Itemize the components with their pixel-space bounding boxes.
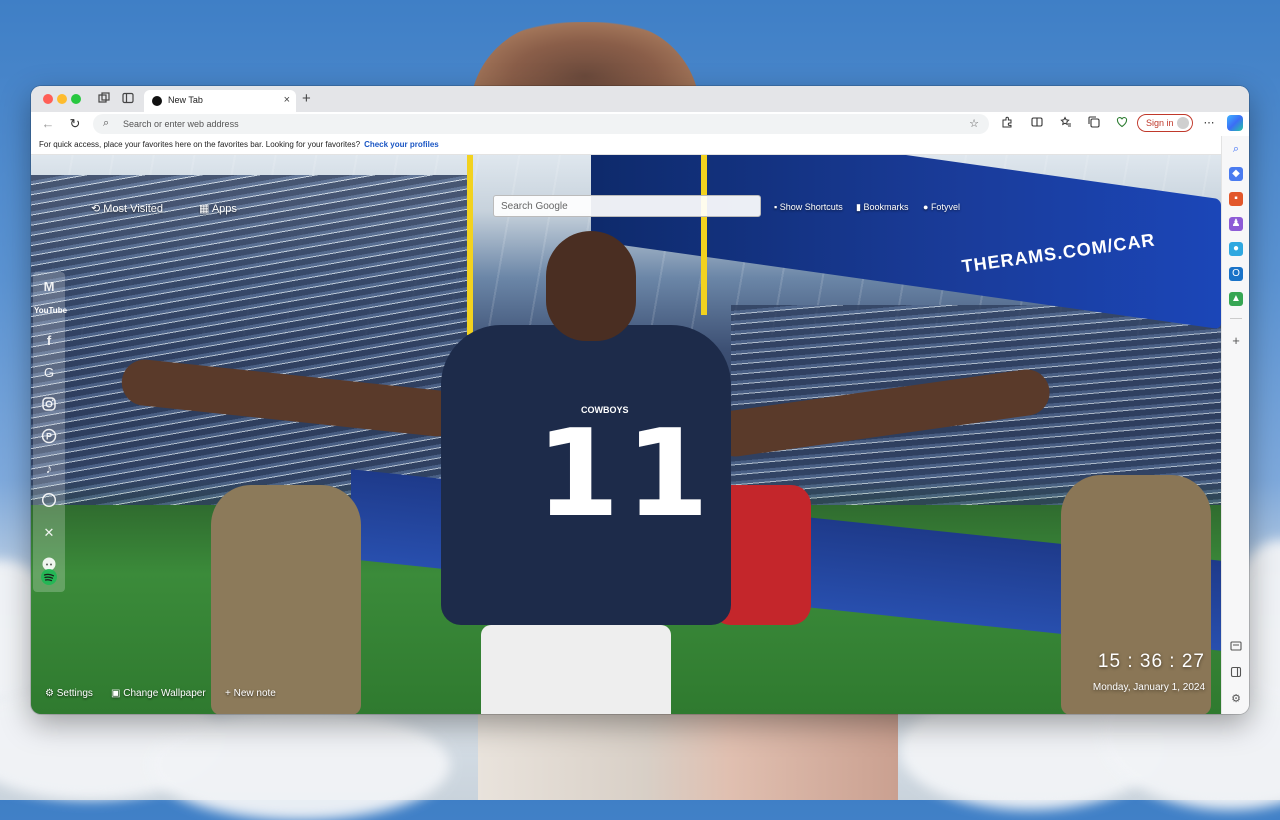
- twitter-icon[interactable]: ✕: [40, 524, 58, 542]
- gmail-icon[interactable]: M: [40, 278, 58, 296]
- vertical-tabs-icon[interactable]: [121, 92, 135, 106]
- change-wallpaper-label: Change Wallpaper: [123, 688, 206, 699]
- check-profiles-link[interactable]: Check your profiles: [364, 140, 439, 149]
- wallpaper-player-head: [546, 231, 636, 341]
- tab-close-icon[interactable]: ×: [284, 94, 290, 106]
- apps-label: Apps: [211, 203, 237, 215]
- image-icon: ▣: [111, 688, 121, 699]
- minimize-window-button[interactable]: [57, 94, 67, 104]
- sidebar-shopping-icon[interactable]: ◆: [1229, 167, 1243, 181]
- tab-title: New Tab: [168, 95, 203, 105]
- pinterest-icon[interactable]: P: [40, 428, 58, 446]
- address-bar[interactable]: ⌕ Search or enter web address ☆: [93, 114, 989, 134]
- close-window-button[interactable]: [43, 94, 53, 104]
- address-bar-placeholder: Search or enter web address: [123, 119, 239, 129]
- google-search-input[interactable]: [494, 196, 760, 217]
- favorites-message-text: For quick access, place your favorites h…: [39, 140, 361, 149]
- sidebar-screenshot-icon[interactable]: [1229, 640, 1243, 654]
- profile-avatar: [1177, 117, 1189, 129]
- tab-strip: New Tab × +: [31, 86, 1249, 112]
- facebook-icon[interactable]: f: [40, 332, 58, 350]
- sidebar-copilot-icon[interactable]: ●: [1229, 242, 1243, 256]
- favorites-icon[interactable]: [1058, 116, 1074, 131]
- most-visited-link[interactable]: ⟲ Most Visited: [91, 202, 163, 215]
- favorites-bar-message: For quick access, place your favorites h…: [39, 140, 439, 149]
- sign-in-label: Sign in: [1146, 118, 1174, 128]
- sidebar-settings-icon[interactable]: ⚙: [1229, 692, 1243, 706]
- copilot-icon[interactable]: [1227, 115, 1243, 131]
- wallpaper-goalpost: [701, 155, 707, 315]
- wallpaper-goalpost: [467, 155, 473, 335]
- background-body: [478, 712, 898, 800]
- sidebar-search-icon[interactable]: ⌕: [1229, 142, 1243, 156]
- new-tab-button[interactable]: +: [302, 90, 311, 107]
- gear-icon: ⚙: [45, 688, 54, 699]
- sidebar-outlook-icon[interactable]: O: [1229, 267, 1243, 281]
- whatsapp-icon[interactable]: [40, 492, 58, 510]
- browser-window: New Tab × + ← ↻ ⌕ Search or enter web ad…: [31, 86, 1249, 714]
- edge-sidebar: ⌕ ◆ ▪ ♟ ● O ▲ + ⚙: [1221, 136, 1249, 714]
- wallpaper-photographer: [1061, 475, 1211, 714]
- spotify-icon[interactable]: [40, 568, 58, 586]
- wallpaper-stands-left: [31, 175, 471, 505]
- favorites-bar: For quick access, place your favorites h…: [31, 136, 1249, 155]
- settings-label: Settings: [56, 688, 93, 699]
- sidebar-tools-icon[interactable]: ▪: [1229, 192, 1243, 206]
- split-screen-icon[interactable]: [1029, 116, 1045, 131]
- google-icon[interactable]: G: [40, 364, 58, 382]
- bookmarks-link[interactable]: ▮ Bookmarks: [856, 202, 908, 213]
- sidebar-add-icon[interactable]: +: [1229, 334, 1243, 348]
- toolbar: ← ↻ ⌕ Search or enter web address ☆ Sign…: [31, 112, 1249, 136]
- new-tab-page: THERAMS.COM/CAR COWBOYS 11 ⟲ Most Visite…: [31, 155, 1221, 714]
- tab-favicon-icon: [152, 96, 162, 106]
- tab-new-tab[interactable]: New Tab ×: [144, 90, 296, 112]
- settings-link[interactable]: ⚙ Settings: [45, 688, 93, 699]
- wallpaper-player-pants: [481, 625, 671, 714]
- more-options-icon[interactable]: ⋯: [1201, 116, 1217, 129]
- favorite-star-icon[interactable]: ☆: [969, 117, 979, 130]
- bookmarks-label: Bookmarks: [863, 202, 909, 212]
- clock-time: 15 : 36 : 27: [1097, 651, 1205, 672]
- shortcut-dock: M YouTube f G P ♪ ✕: [33, 272, 67, 592]
- sidebar-drop-icon[interactable]: ▲: [1229, 292, 1243, 306]
- instagram-icon[interactable]: [40, 396, 58, 414]
- extensions-icon[interactable]: [999, 116, 1015, 131]
- apps-grid-icon: ▦: [199, 203, 212, 215]
- maximize-window-button[interactable]: [71, 94, 81, 104]
- apps-link[interactable]: ▦ Apps: [199, 202, 237, 215]
- workspaces-icon[interactable]: [97, 92, 111, 106]
- most-visited-label: Most Visited: [103, 203, 163, 215]
- profile-link[interactable]: ● Fotyvel: [923, 202, 960, 212]
- show-shortcuts-label: Show Shortcuts: [779, 202, 843, 212]
- change-wallpaper-link[interactable]: ▣ Change Wallpaper: [111, 688, 206, 699]
- profile-label: Fotyvel: [930, 202, 960, 212]
- wallpaper-photographer: [211, 485, 361, 714]
- profile-icon: ●: [923, 202, 931, 212]
- sign-in-button[interactable]: Sign in: [1137, 114, 1193, 132]
- clock-date: Monday, January 1, 2024: [1092, 682, 1205, 693]
- google-search-box[interactable]: [493, 195, 761, 217]
- collections-icon[interactable]: [1086, 116, 1102, 131]
- show-shortcuts-link[interactable]: ▪ Show Shortcuts: [774, 202, 843, 212]
- sidebar-hide-icon[interactable]: [1229, 666, 1243, 680]
- reload-icon[interactable]: ↻: [67, 116, 83, 132]
- new-note-link[interactable]: + New note: [225, 688, 276, 699]
- most-visited-icon: ⟲: [91, 203, 104, 215]
- youtube-label[interactable]: YouTube: [34, 306, 67, 315]
- sidebar-games-icon[interactable]: ♟: [1229, 217, 1243, 231]
- browser-essentials-icon[interactable]: [1114, 116, 1130, 131]
- search-icon: ⌕: [103, 117, 110, 129]
- svg-text:P: P: [46, 432, 52, 442]
- sidebar-separator: [1230, 318, 1242, 319]
- back-icon[interactable]: ←: [40, 116, 56, 131]
- wallpaper-jersey-number: 11: [536, 405, 715, 544]
- tiktok-icon[interactable]: ♪: [40, 460, 58, 478]
